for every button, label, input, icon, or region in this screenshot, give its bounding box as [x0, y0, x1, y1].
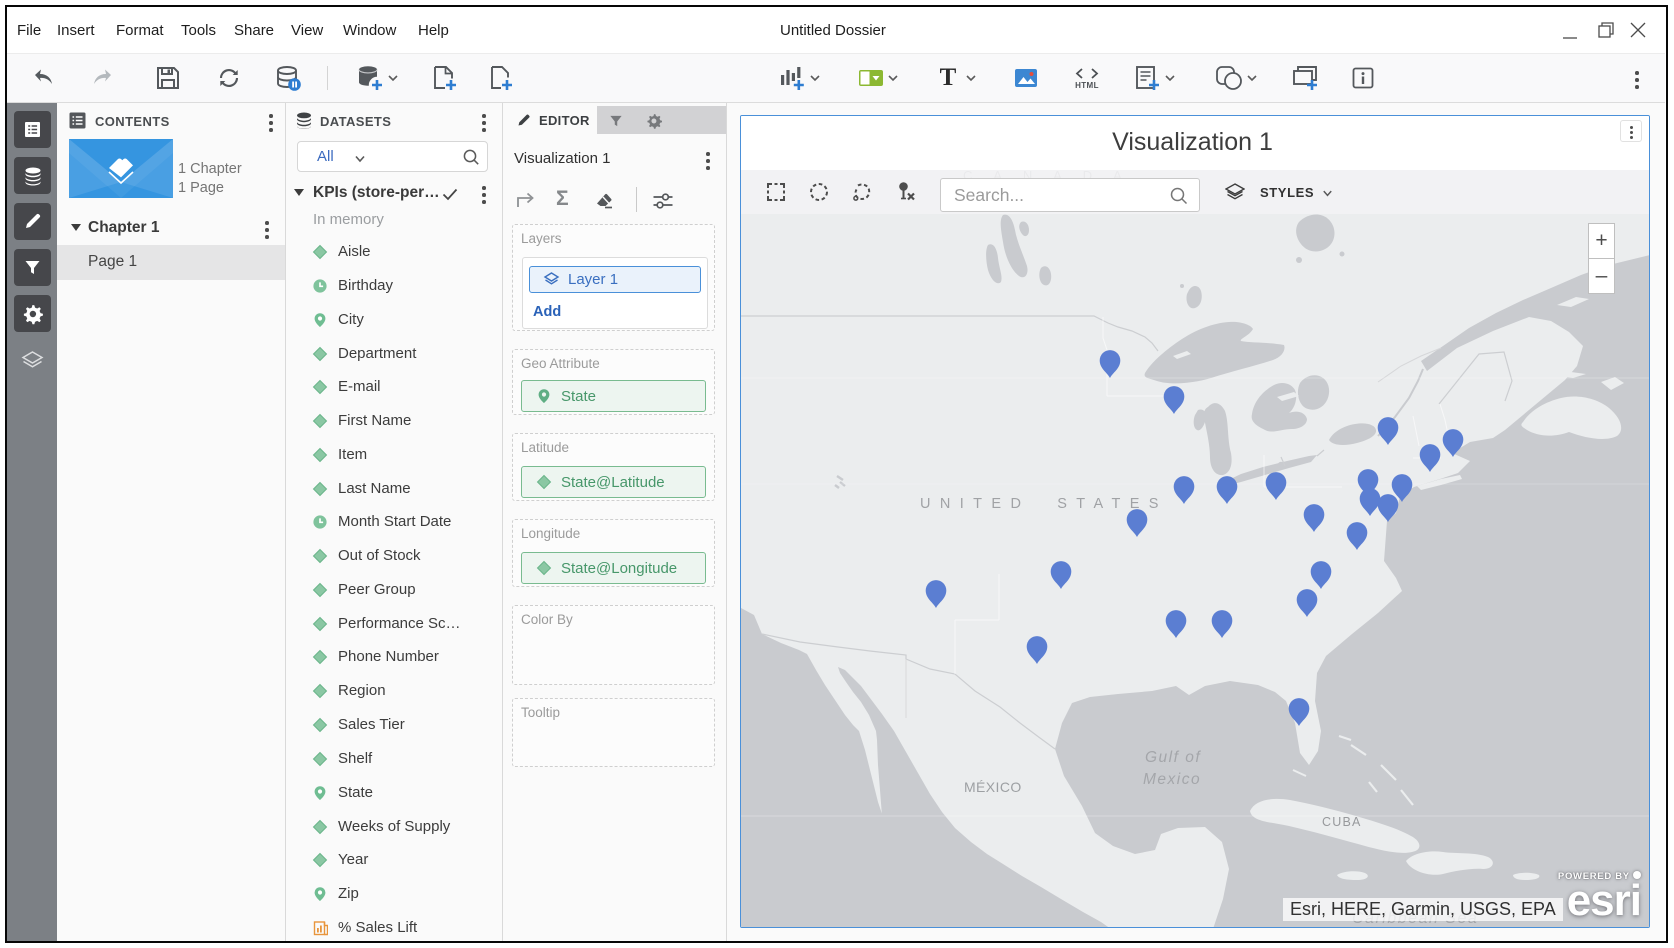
svg-text:CUBA: CUBA — [1322, 815, 1362, 829]
svg-text:Gulf of: Gulf of — [1145, 749, 1201, 766]
svg-text:MÉXICO: MÉXICO — [964, 779, 1022, 795]
svg-text:Mexico: Mexico — [1143, 771, 1201, 788]
svg-text:UNITED STATES: UNITED STATES — [920, 496, 1168, 512]
